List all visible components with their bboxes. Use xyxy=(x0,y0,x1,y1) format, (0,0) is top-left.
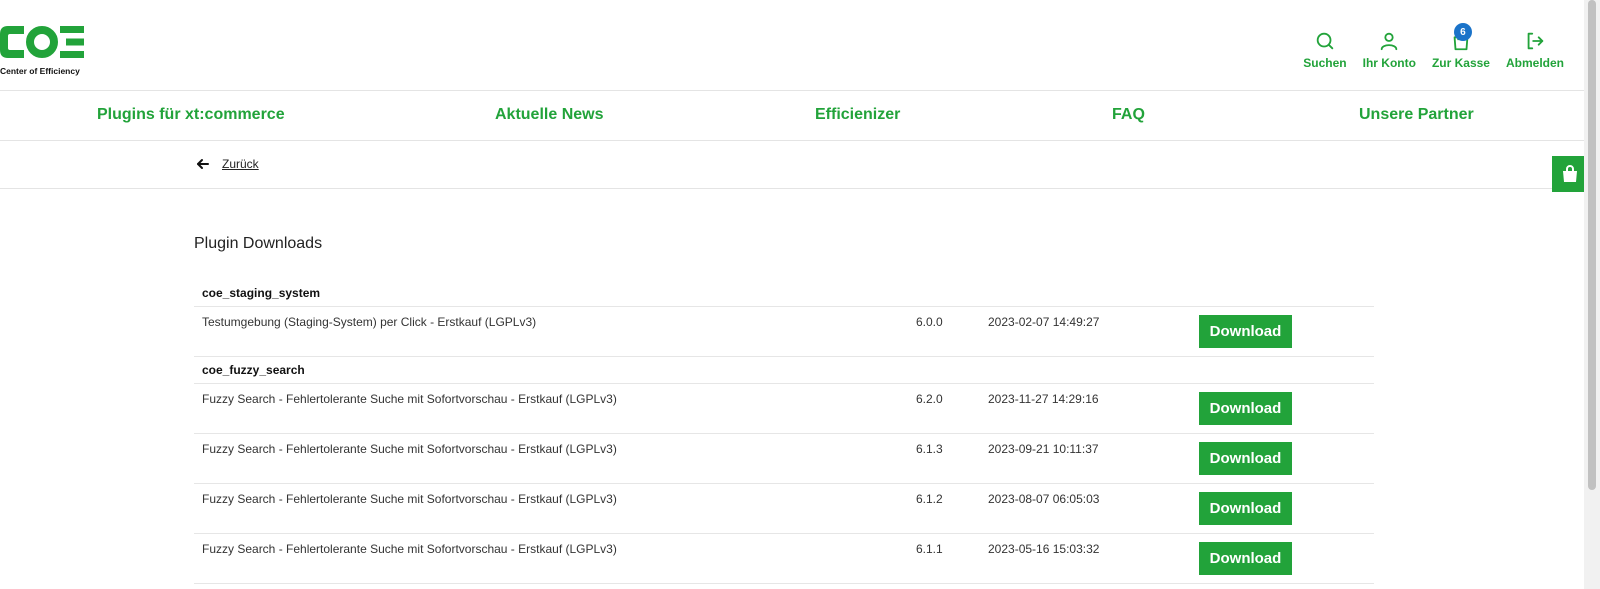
search-icon xyxy=(1316,32,1334,50)
checkout-label: Zur Kasse xyxy=(1431,56,1490,70)
download-button[interactable]: Download xyxy=(1199,492,1292,525)
vertical-scrollbar[interactable] xyxy=(1584,0,1600,589)
download-button[interactable]: Download xyxy=(1199,542,1292,575)
plugin-description: Fuzzy Search - Fehlertolerante Suche mit… xyxy=(202,492,617,506)
table-row: Fuzzy Search - Fehlertolerante Suche mit… xyxy=(194,434,1374,484)
logout-button[interactable]: Abmelden xyxy=(1506,30,1564,70)
checkout-button[interactable]: 6 Zur Kasse xyxy=(1431,23,1490,70)
plugin-date: 2023-08-07 06:05:03 xyxy=(988,492,1100,506)
table-row: Fuzzy Search - Fehlertolerante Suche mit… xyxy=(194,534,1374,584)
plugin-version: 6.1.2 xyxy=(916,492,943,506)
plugin-description: Testumgebung (Staging-System) per Click … xyxy=(202,315,537,329)
table-row: Testumgebung (Staging-System) per Click … xyxy=(194,307,1374,357)
back-divider xyxy=(0,188,1584,189)
plugin-date: 2023-11-27 14:29:16 xyxy=(988,392,1099,406)
table-row: Fuzzy Search - Fehlertolerante Suche mit… xyxy=(194,384,1374,434)
plugin-version: 6.0.0 xyxy=(916,315,943,329)
plugin-date: 2023-09-21 10:11:37 xyxy=(988,442,1099,456)
cart-count-badge: 6 xyxy=(1453,23,1472,41)
arrow-left-icon xyxy=(197,159,209,169)
nav-news[interactable]: Aktuelle News xyxy=(495,106,603,124)
download-button[interactable]: Download xyxy=(1199,315,1292,348)
logo-caption: Center of Efficiency xyxy=(0,66,80,76)
nav-partners[interactable]: Unsere Partner xyxy=(1359,106,1474,124)
downloads-table: coe_staging_system Testumgebung (Staging… xyxy=(194,280,1374,584)
logout-icon xyxy=(1527,32,1544,50)
group-header: coe_fuzzy_search xyxy=(194,357,1374,384)
page: Center of Efficiency Suchen Ihr Konto 6 … xyxy=(0,0,1588,589)
table-row: Fuzzy Search - Fehlertolerante Suche mit… xyxy=(194,484,1374,534)
back-label: Zurück xyxy=(222,157,259,171)
plugin-description: Fuzzy Search - Fehlertolerante Suche mit… xyxy=(202,442,617,456)
account-label: Ihr Konto xyxy=(1362,56,1416,70)
download-button[interactable]: Download xyxy=(1199,442,1292,475)
header-divider xyxy=(0,90,1584,91)
plugin-description: Fuzzy Search - Fehlertolerante Suche mit… xyxy=(202,542,617,556)
search-button[interactable]: Suchen xyxy=(1303,30,1347,70)
plugin-date: 2023-05-16 15:03:32 xyxy=(988,542,1100,556)
nav-efficienizer[interactable]: Efficienizer xyxy=(815,106,900,124)
group-header: coe_staging_system xyxy=(194,280,1374,307)
page-title: Plugin Downloads xyxy=(194,235,323,252)
account-button[interactable]: Ihr Konto xyxy=(1363,30,1416,70)
scrollbar-thumb[interactable] xyxy=(1588,0,1596,490)
nav-plugins[interactable]: Plugins für xt:commerce xyxy=(97,106,285,124)
plugin-date: 2023-02-07 14:49:27 xyxy=(988,315,1100,329)
plugin-version: 6.2.0 xyxy=(916,392,943,406)
user-icon xyxy=(1381,32,1398,51)
floating-cart-button[interactable] xyxy=(1552,156,1588,192)
back-link[interactable]: Zurück xyxy=(196,157,259,171)
nav-faq[interactable]: FAQ xyxy=(1112,106,1145,124)
plugin-version: 6.1.1 xyxy=(916,542,943,556)
plugin-version: 6.1.3 xyxy=(916,442,943,456)
plugin-description: Fuzzy Search - Fehlertolerante Suche mit… xyxy=(202,392,617,406)
download-button[interactable]: Download xyxy=(1199,392,1292,425)
shopping-bag-icon xyxy=(1563,165,1577,182)
search-label: Suchen xyxy=(1303,56,1347,70)
header-actions: Suchen Ihr Konto 6 Zur Kasse Abmelden xyxy=(1303,23,1564,70)
nav-divider xyxy=(0,140,1584,141)
logout-label: Abmelden xyxy=(1505,56,1564,70)
